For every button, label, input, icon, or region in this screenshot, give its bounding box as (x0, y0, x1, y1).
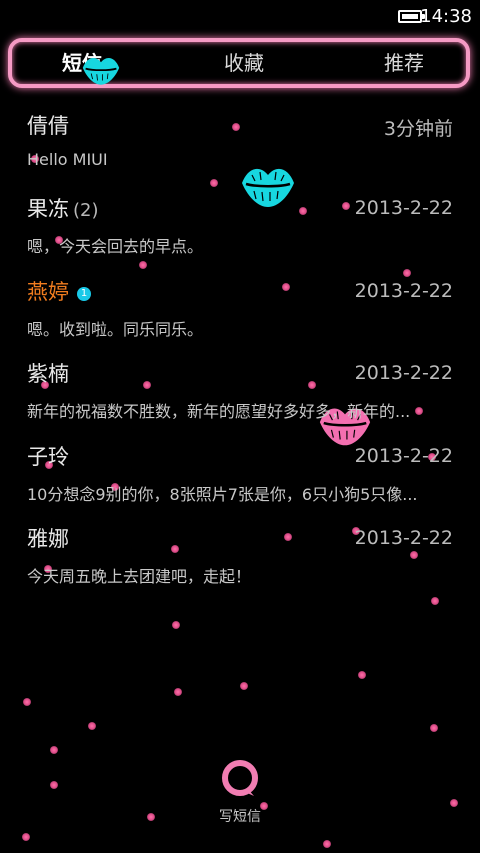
messaging-screen: 14:38 短信 收藏 推荐 倩倩 3分钟前 Hello MIUI 果冻 (2) … (0, 0, 480, 853)
sparkle-dot (50, 781, 58, 789)
sparkle-dot (23, 698, 31, 706)
tab-recommended[interactable]: 推荐 (354, 42, 454, 84)
message-time: 2013-2-22 (354, 197, 453, 219)
contact-name: 果冻 (2) (27, 197, 99, 221)
contact-name: 燕婷 1 (27, 276, 91, 306)
sparkle-dot (430, 724, 438, 732)
tab-bar: 短信 收藏 推荐 (8, 38, 470, 88)
conversation-item[interactable]: 果冻 (2) 2013-2-22 嗯，今天会回去的早点。 (0, 193, 480, 275)
contact-name: 雅娜 (27, 527, 69, 551)
message-preview: 今天周五晚上去团建吧，走起！ (27, 567, 252, 586)
sparkle-dot (172, 621, 180, 629)
compose-message-button[interactable]: 写短信 (205, 760, 275, 830)
message-preview: 嗯。收到啦。同乐同乐。 (27, 320, 204, 339)
status-bar: 14:38 (0, 0, 480, 34)
message-preview: 嗯，今天会回去的早点。 (27, 237, 204, 256)
message-preview: 新年的祝福数不胜数，新年的愿望好多好多，新年的... (27, 402, 411, 421)
sparkle-dot (358, 671, 366, 679)
contact-name: 倩倩 (27, 114, 69, 138)
tab-favorites[interactable]: 收藏 (194, 42, 294, 84)
conversation-item[interactable]: 子玲 2013-2-22 10分想念9别的你，8张照片7张是你，6只小狗5只像.… (0, 441, 480, 523)
message-preview: Hello MIUI (27, 150, 108, 169)
unread-badge: 1 (77, 287, 91, 301)
message-time: 2013-2-22 (354, 280, 453, 302)
sparkle-dot (450, 799, 458, 807)
battery-icon (398, 10, 425, 23)
contact-name: 紫楠 (27, 362, 69, 386)
sparkle-dot (174, 688, 182, 696)
sparkle-dot (147, 813, 155, 821)
sparkle-dot (88, 722, 96, 730)
sparkle-dot (323, 840, 331, 848)
conversation-item[interactable]: 倩倩 3分钟前 Hello MIUI (0, 110, 480, 192)
message-preview: 10分想念9别的你，8张照片7张是你，6只小狗5只像... (27, 485, 418, 504)
message-time: 2013-2-22 (354, 445, 453, 467)
contact-name: 子玲 (27, 445, 69, 469)
message-time: 3分钟前 (383, 118, 453, 140)
conversation-item[interactable]: 紫楠 2013-2-22 新年的祝福数不胜数，新年的愿望好多好多，新年的... (0, 358, 480, 440)
status-clock: 14:38 (420, 6, 472, 27)
conversation-item[interactable]: 燕婷 1 2013-2-22 嗯。收到啦。同乐同乐。 (0, 276, 480, 358)
message-count: (2) (73, 200, 99, 221)
message-time: 2013-2-22 (354, 362, 453, 384)
sparkle-dot (240, 682, 248, 690)
compose-message-icon (222, 760, 258, 796)
conversation-item[interactable]: 雅娜 2013-2-22 今天周五晚上去团建吧，走起！ (0, 523, 480, 605)
message-time: 2013-2-22 (354, 527, 453, 549)
compose-label: 写短信 (219, 809, 261, 825)
kiss-lips-icon (82, 58, 120, 85)
sparkle-dot (22, 833, 30, 841)
sparkle-dot (50, 746, 58, 754)
